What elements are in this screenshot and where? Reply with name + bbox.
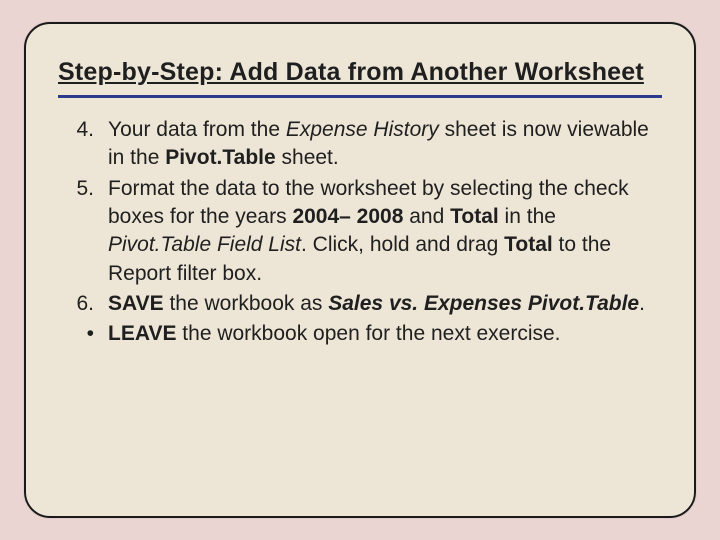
number-marker: 4.	[58, 116, 108, 173]
text-segment: SAVE	[108, 292, 164, 315]
number-marker: 5.	[58, 175, 108, 288]
text-segment: in the	[499, 205, 556, 228]
text-segment: LEAVE	[108, 322, 176, 345]
list-item-body: Format the data to the worksheet by sele…	[108, 175, 662, 288]
text-segment: the workbook as	[164, 292, 329, 315]
text-segment: . Click, hold and drag	[301, 233, 504, 256]
list-item: 4.Your data from the Expense History she…	[58, 116, 662, 173]
bullet-marker: •	[58, 320, 108, 348]
list-item: 5.Format the data to the worksheet by se…	[58, 175, 662, 288]
step-list: 4.Your data from the Expense History she…	[58, 116, 662, 349]
slide-title: Step-by-Step: Add Data from Another Work…	[58, 58, 662, 87]
text-segment: Pivot.Table	[165, 146, 275, 169]
title-underline-rule	[58, 95, 662, 98]
list-item-body: LEAVE the workbook open for the next exe…	[108, 320, 662, 348]
list-item: •LEAVE the workbook open for the next ex…	[58, 320, 662, 348]
text-segment: Pivot.Table Field List	[108, 233, 301, 256]
number-marker: 6.	[58, 290, 108, 318]
text-segment: Sales vs. Expenses Pivot.Table	[328, 292, 639, 315]
list-item-body: SAVE the workbook as Sales vs. Expenses …	[108, 290, 662, 318]
text-segment: Total	[504, 233, 553, 256]
list-item-body: Your data from the Expense History sheet…	[108, 116, 662, 173]
text-segment: the workbook open for the next exercise.	[176, 322, 560, 345]
text-segment: Total	[450, 205, 499, 228]
text-segment: and	[403, 205, 450, 228]
text-segment: sheet.	[276, 146, 339, 169]
slide-card: Step-by-Step: Add Data from Another Work…	[24, 22, 696, 518]
text-segment: Expense History	[286, 118, 439, 141]
text-segment: 2004– 2008	[292, 205, 403, 228]
list-item: 6.SAVE the workbook as Sales vs. Expense…	[58, 290, 662, 318]
text-segment: .	[639, 292, 645, 315]
text-segment: Your data from the	[108, 118, 286, 141]
